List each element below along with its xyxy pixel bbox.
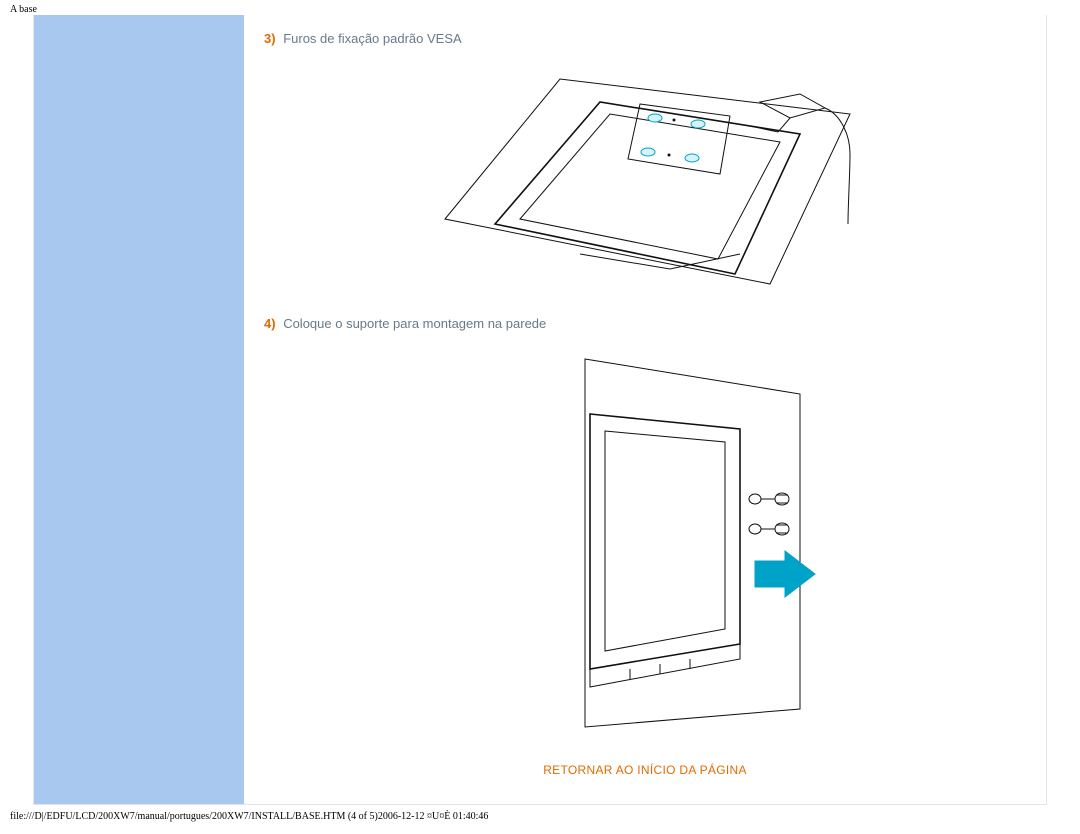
step-4-text: Coloque o suporte para montagem na pared…: [283, 316, 546, 331]
screw-icon: [749, 493, 789, 505]
content-frame: 3) Furos de fixação padrão VESA: [33, 15, 1047, 805]
window-title: A base: [0, 0, 1080, 15]
main-content: 3) Furos de fixação padrão VESA: [244, 15, 1046, 804]
arrow-right-icon: [755, 551, 815, 597]
step-3-text: Furos de fixação padrão VESA: [283, 31, 462, 46]
back-to-top-link-wrap: RETORNAR AO INÍCIO DA PÁGINA: [264, 763, 1026, 777]
illustration-wall-mount: [264, 339, 1026, 739]
page: A base 3) Furos de fixação padrão VESA: [0, 0, 1080, 834]
step-3-number: 3): [264, 31, 276, 46]
illustration-vesa-holes: [264, 54, 1026, 304]
back-to-top-link[interactable]: RETORNAR AO INÍCIO DA PÁGINA: [543, 763, 747, 777]
step-4-heading: 4) Coloque o suporte para montagem na pa…: [264, 316, 1026, 331]
sidebar: [34, 15, 244, 804]
step-4-number: 4): [264, 316, 276, 331]
screw-icon: [749, 523, 789, 535]
page-path-footer: file:///D|/EDFU/LCD/200XW7/manual/portug…: [0, 805, 1080, 822]
step-3-heading: 3) Furos de fixação padrão VESA: [264, 31, 1026, 46]
